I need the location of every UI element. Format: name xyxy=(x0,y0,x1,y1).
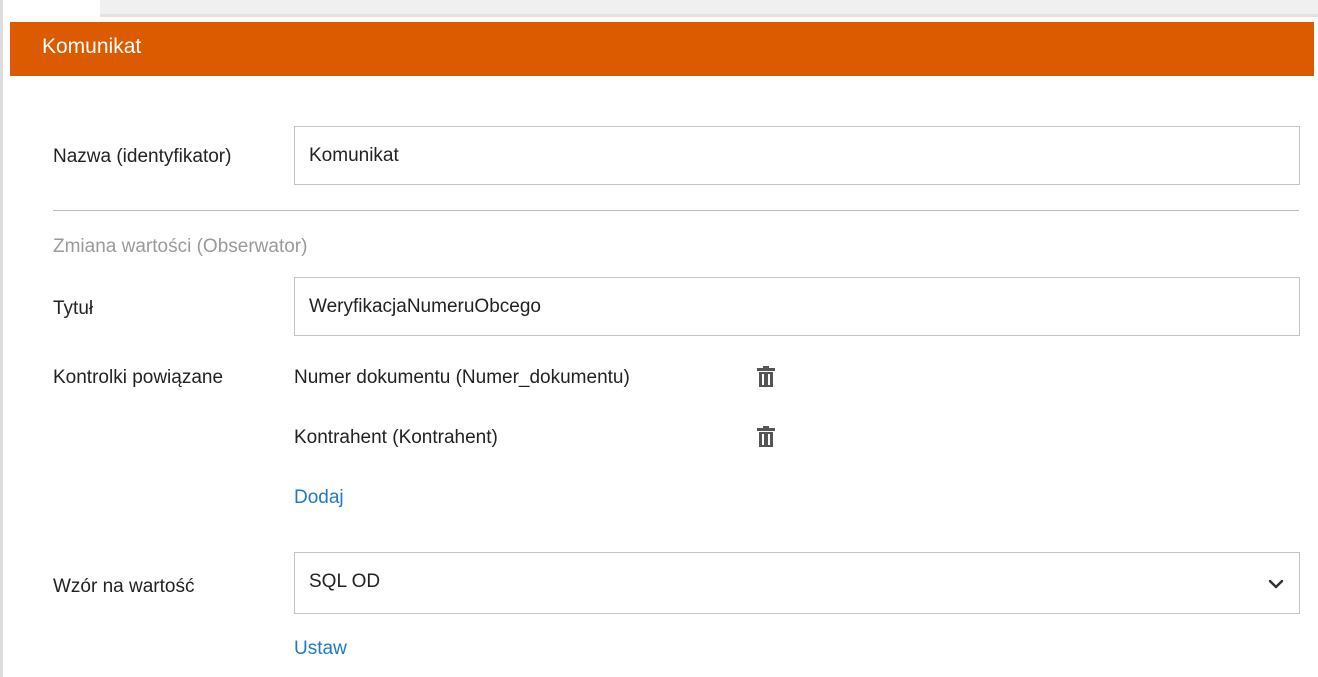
title-label: Tytuł xyxy=(53,298,94,319)
panel-header: Komunikat xyxy=(10,22,1314,76)
formula-label: Wzór na wartość xyxy=(53,576,195,597)
chevron-down-icon xyxy=(1267,575,1285,593)
name-input[interactable] xyxy=(294,126,1300,185)
section-heading: Zmiana wartości (Obserwator) xyxy=(53,236,308,257)
trash-icon[interactable] xyxy=(753,424,779,450)
section-divider xyxy=(53,210,1299,211)
linked-control-item: Kontrahent (Kontrahent) xyxy=(294,427,498,448)
linked-controls-label: Kontrolki powiązane xyxy=(53,367,224,388)
left-border xyxy=(0,0,3,677)
name-label: Nazwa (identyfikator) xyxy=(53,146,232,167)
properties-panel: Komunikat Nazwa (identyfikator) Zmiana w… xyxy=(10,22,1314,677)
set-formula-link[interactable]: Ustaw xyxy=(294,638,347,660)
linked-control-item: Numer dokumentu (Numer_dokumentu) xyxy=(294,367,630,388)
top-strip xyxy=(100,0,1318,17)
add-linked-control-link[interactable]: Dodaj xyxy=(294,487,344,509)
trash-icon[interactable] xyxy=(753,364,779,390)
formula-select-value: SQL OD xyxy=(309,571,381,592)
panel-title: Komunikat xyxy=(42,35,142,58)
formula-select[interactable]: SQL OD xyxy=(294,552,1300,614)
title-input[interactable] xyxy=(294,277,1300,336)
